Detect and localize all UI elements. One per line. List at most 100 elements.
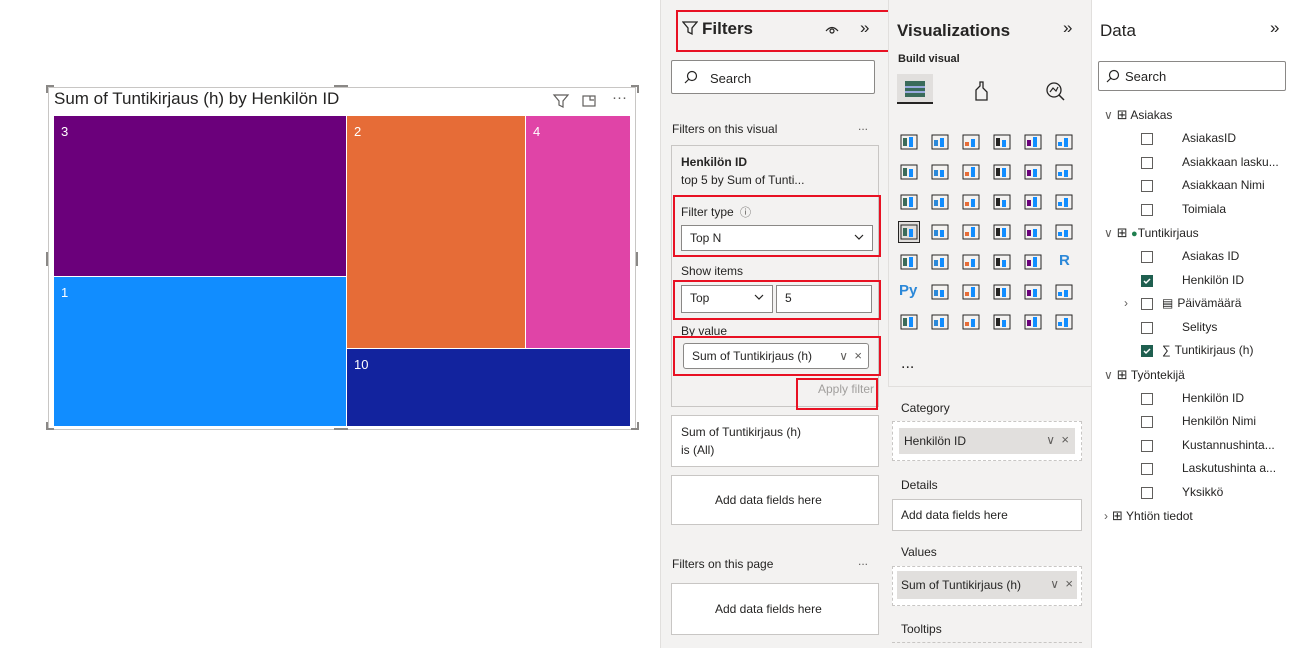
resize-handle[interactable] — [334, 428, 348, 430]
arcgis-visual-icon[interactable] — [992, 312, 1012, 332]
eye-icon[interactable] — [824, 22, 840, 36]
field-checkbox[interactable] — [1141, 439, 1153, 452]
show-items-direction-dropdown[interactable]: Top — [681, 285, 773, 313]
waterfall-visual-icon[interactable] — [899, 192, 919, 212]
field-checkbox[interactable] — [1141, 203, 1153, 216]
chevron-down-icon[interactable]: ∨ — [1104, 108, 1113, 122]
field-checkbox[interactable] — [1141, 156, 1153, 169]
filters-search-input[interactable]: Search — [671, 60, 875, 94]
more-visuals-button[interactable]: ... — [901, 355, 914, 373]
clustered-bar-visual-icon[interactable] — [930, 132, 950, 152]
field-row[interactable]: Asiakas ID — [1182, 249, 1239, 263]
field-row[interactable]: Laskutushinta a... — [1182, 461, 1276, 475]
treemap-tile[interactable]: 2 — [347, 116, 525, 348]
pie-visual-icon[interactable] — [1023, 192, 1043, 212]
table-row[interactable]: › ⊞ Yhtiön tiedot — [1104, 508, 1193, 524]
format-visual-icon[interactable] — [970, 80, 992, 102]
power-apps-visual-icon[interactable] — [930, 312, 950, 332]
category-well[interactable]: Henkilön ID ∨ × — [892, 421, 1082, 461]
funnel-visual-icon[interactable] — [930, 192, 950, 212]
field-row[interactable]: Kustannushinta... — [1182, 438, 1275, 452]
field-checkbox[interactable] — [1141, 321, 1153, 334]
paginated-report-visual-icon[interactable] — [899, 312, 919, 332]
field-row[interactable]: Henkilön Nimi — [1182, 414, 1256, 428]
info-icon[interactable]: ⓘ — [740, 204, 751, 220]
line-clustered-column-visual-icon[interactable] — [1023, 162, 1043, 182]
stacked-bar-100-visual-icon[interactable] — [961, 132, 981, 152]
treemap-tile[interactable]: 10 — [347, 349, 630, 426]
treemap-visual-icon[interactable] — [898, 221, 920, 243]
field-row[interactable]: Asiakkaan lasku... — [1182, 155, 1279, 169]
resize-handle[interactable] — [637, 85, 639, 93]
stacked-area-visual-icon[interactable] — [961, 162, 981, 182]
table-row[interactable]: ∨ ⊞ ●Tuntikirjaus — [1104, 225, 1199, 241]
field-row[interactable]: Selitys — [1182, 320, 1217, 334]
key-influencers-visual-icon[interactable] — [930, 282, 950, 302]
chevron-right-icon[interactable]: › — [1104, 509, 1108, 523]
r-visual-visual-icon[interactable]: R — [1054, 252, 1074, 272]
filter-card-field[interactable]: Henkilön ID — [681, 155, 747, 169]
remove-icon[interactable]: × — [1061, 432, 1069, 447]
treemap-tile[interactable]: 3 — [54, 116, 346, 276]
values-well[interactable]: Sum of Tuntikirjaus (h) ∨ × — [892, 566, 1082, 606]
qa-visual-icon[interactable] — [992, 282, 1012, 302]
show-items-count-input[interactable]: 5 — [776, 285, 872, 313]
more-options-icon[interactable]: ... — [858, 119, 868, 133]
apply-filter-button[interactable]: Apply filter — [818, 382, 874, 396]
matrix-visual-icon[interactable] — [1023, 252, 1043, 272]
resize-handle[interactable] — [46, 85, 48, 93]
custom-visual-visual-icon[interactable] — [1023, 312, 1043, 332]
line-visual-icon[interactable] — [899, 162, 919, 182]
collapse-visualizations-icon[interactable]: » — [1063, 18, 1072, 38]
smart-narrative-visual-icon[interactable] — [1023, 282, 1043, 302]
filter-card-sum[interactable] — [671, 415, 879, 467]
field-checkbox[interactable] — [1141, 298, 1153, 310]
analytics-icon[interactable] — [1044, 80, 1066, 102]
remove-icon[interactable]: × — [1065, 576, 1073, 591]
field-checkbox[interactable] — [1141, 486, 1153, 499]
chevron-down-icon[interactable]: ∨ — [1050, 577, 1059, 591]
chevron-right-icon[interactable]: › — [1124, 296, 1128, 310]
collapse-data-icon[interactable]: » — [1270, 18, 1279, 38]
filled-map-visual-icon[interactable] — [961, 222, 981, 242]
chevron-down-icon[interactable]: ∨ — [1104, 368, 1113, 382]
kpi-visual-icon[interactable] — [930, 252, 950, 272]
field-checkbox[interactable] — [1141, 274, 1153, 287]
field-row[interactable]: Yksikkö — [1182, 485, 1223, 499]
field-checkbox[interactable] — [1141, 345, 1153, 357]
category-field-pill[interactable]: Henkilön ID ∨ × — [899, 428, 1075, 454]
resize-handle[interactable] — [636, 252, 638, 266]
goals-visual-icon[interactable] — [1054, 282, 1074, 302]
gauge-visual-icon[interactable] — [1023, 222, 1043, 242]
slicer-visual-icon[interactable] — [961, 252, 981, 272]
chevron-down-icon[interactable]: ∨ — [1104, 226, 1113, 240]
treemap-tile[interactable]: 1 — [54, 277, 346, 426]
area-visual-icon[interactable] — [930, 162, 950, 182]
resize-handle[interactable] — [46, 252, 48, 266]
line-stacked-column-visual-icon[interactable] — [1054, 162, 1074, 182]
power-automate-visual-icon[interactable] — [961, 312, 981, 332]
filled-funnel-visual-icon[interactable] — [961, 192, 981, 212]
focus-mode-icon[interactable] — [580, 92, 598, 110]
more-options-icon[interactable]: ··· — [612, 89, 630, 107]
field-row[interactable]: Toimiala — [1182, 202, 1226, 216]
field-checkbox[interactable] — [1141, 416, 1153, 428]
card-visual-icon[interactable] — [1054, 222, 1074, 242]
field-row[interactable]: Henkilön ID — [1182, 391, 1244, 405]
chevron-down-icon[interactable]: ∨ — [839, 349, 848, 363]
details-well[interactable]: Add data fields here — [892, 499, 1082, 531]
table-row[interactable]: ∨ ⊞ Asiakas — [1104, 107, 1172, 123]
field-row[interactable]: ▤ Päivämäärä — [1162, 296, 1241, 310]
field-row[interactable]: ∑ Tuntikirjaus (h) — [1162, 343, 1253, 357]
treemap-tile[interactable]: 4 — [526, 116, 630, 348]
chevron-down-icon[interactable]: ∨ — [1046, 433, 1055, 447]
table-visual-icon[interactable] — [992, 252, 1012, 272]
field-checkbox[interactable] — [1141, 180, 1153, 192]
scatter-visual-icon[interactable] — [992, 192, 1012, 212]
field-checkbox[interactable] — [1141, 392, 1153, 405]
stacked-bar-visual-icon[interactable] — [899, 132, 919, 152]
multi-row-card-visual-icon[interactable] — [899, 252, 919, 272]
map-visual-icon[interactable] — [930, 222, 950, 242]
by-value-field-pill[interactable]: Sum of Tuntikirjaus (h) ∨ × — [683, 343, 869, 369]
python-visual-visual-icon[interactable]: Py — [899, 282, 919, 302]
